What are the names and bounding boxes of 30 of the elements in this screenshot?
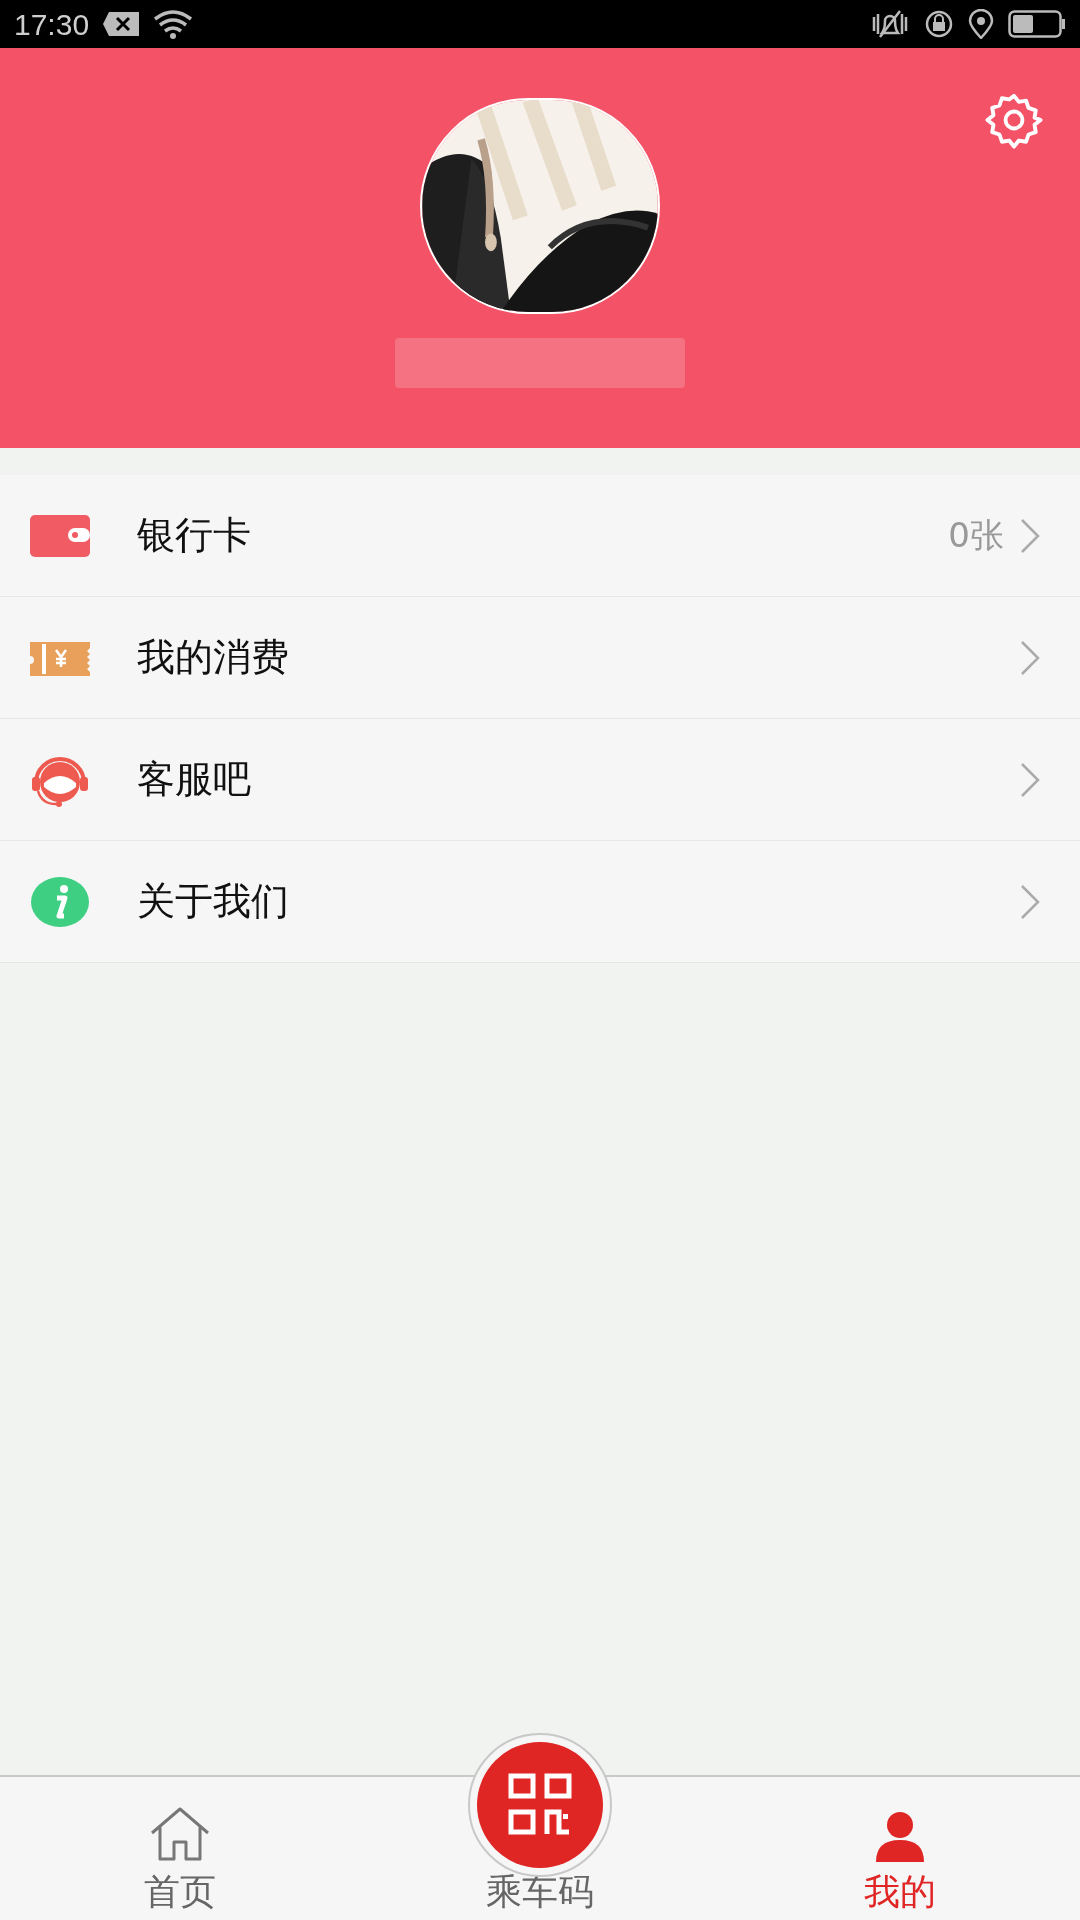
chevron-right-icon [1020,761,1040,798]
menu-label: 我的消费 [137,634,289,681]
ticket-icon [30,639,90,676]
chevron-right-icon [1020,517,1040,554]
info-icon [31,876,89,927]
menu-label: 银行卡 [137,512,251,559]
menu-value: 0张 [948,514,1004,557]
status-time: 17:30 [14,6,90,43]
person-icon [874,1810,926,1862]
menu-item[interactable]: 银行卡 0张 [0,475,1080,597]
location-pin-icon [968,9,994,39]
battery-icon [1008,10,1066,38]
rotation-lock-icon [924,9,954,39]
chevron-right-icon [1020,639,1040,676]
chevron-right-icon [1020,883,1040,920]
tab-item[interactable]: 我的 [720,1777,1080,1920]
tab-item[interactable]: 乘车码 [360,1777,720,1920]
wifi-icon [153,9,194,39]
settings-icon [985,91,1043,149]
close-badge-icon [103,12,140,36]
menu-item[interactable]: 我的消费 [0,597,1080,719]
menu-label: 关于我们 [137,878,289,925]
vibrate-bell-icon [870,9,910,39]
menu-item[interactable]: 关于我们 [0,841,1080,963]
menu-item[interactable]: 客服吧 [0,719,1080,841]
home-icon [149,1806,211,1862]
tab-item[interactable]: 首页 [0,1777,360,1920]
qr-code-icon [475,1740,605,1870]
menu-label: 客服吧 [137,756,251,803]
wallet-icon [30,514,90,557]
